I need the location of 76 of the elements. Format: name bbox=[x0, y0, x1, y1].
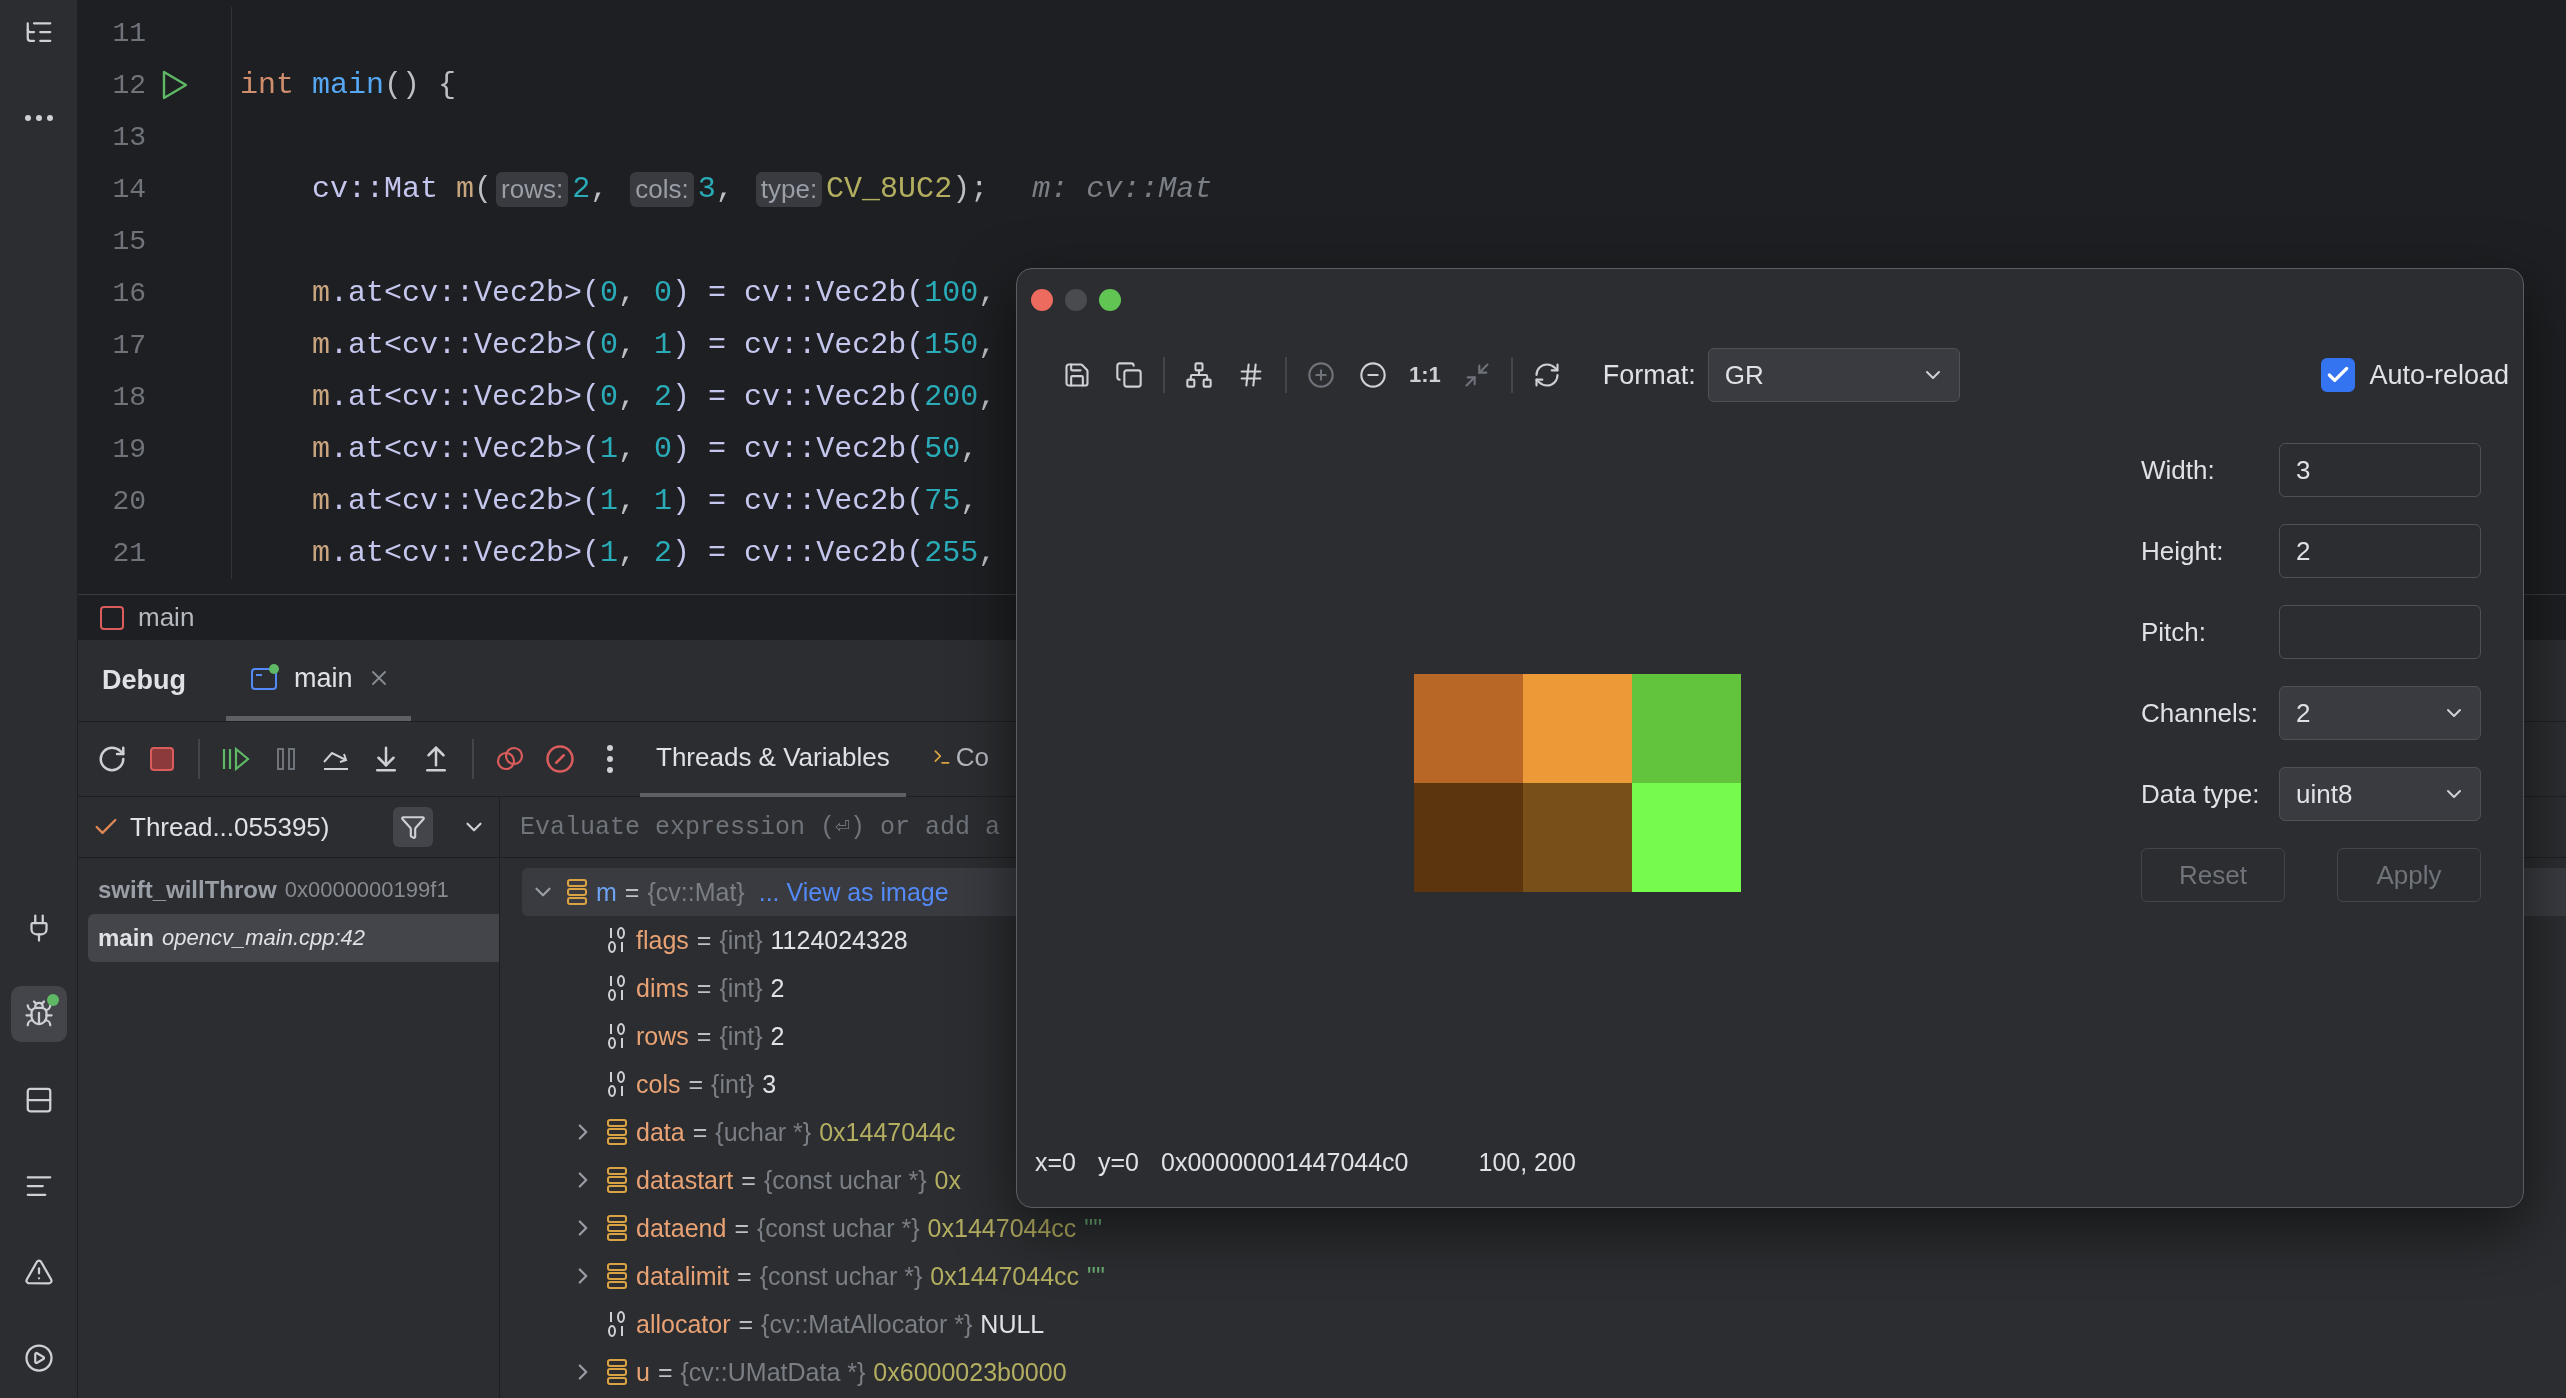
code-line: m.at<cv::Vec2b>(1, 1) = cv::Vec2b(75, bbox=[311, 484, 979, 518]
variable-value: 0x6000023b0000 bbox=[873, 1357, 1067, 1387]
code-line: int main() { bbox=[240, 68, 457, 102]
variable-value: 0x1447044cc bbox=[930, 1261, 1080, 1291]
equals-sign: = bbox=[696, 973, 712, 1003]
variable-value: 0x1447044c bbox=[819, 1117, 956, 1147]
variable-type: {int} bbox=[719, 973, 763, 1003]
variable-type: {const uchar *} bbox=[757, 1213, 920, 1243]
variable-type: {int} bbox=[711, 1069, 755, 1099]
variable-value: 1124024328 bbox=[770, 925, 908, 955]
equals-sign: = bbox=[734, 1213, 749, 1243]
field-label: Height: bbox=[2141, 535, 2225, 567]
panel-title: Debug bbox=[102, 665, 186, 696]
status-text: x=0 bbox=[1035, 1147, 1076, 1177]
equals-sign: = bbox=[741, 1165, 756, 1195]
variable-type: {uchar *} bbox=[715, 1117, 812, 1147]
equals-sign: = bbox=[737, 1261, 752, 1291]
format-label: Format: bbox=[1602, 359, 1696, 391]
variable-name: dims bbox=[636, 973, 689, 1003]
variable-type: {const uchar *} bbox=[759, 1261, 923, 1291]
equals-sign: = bbox=[696, 925, 712, 955]
variable-value: NULL bbox=[980, 1309, 1045, 1339]
variable-value: 2 bbox=[770, 1021, 785, 1051]
equals-sign: = bbox=[624, 877, 640, 907]
line-number: 13 bbox=[111, 121, 146, 153]
line-number: 14 bbox=[111, 173, 146, 205]
line-number: 11 bbox=[111, 17, 146, 49]
variable-value: 0x1447044cc bbox=[927, 1213, 1077, 1243]
variable-name: u bbox=[636, 1357, 650, 1387]
line-number: 15 bbox=[111, 225, 146, 257]
variable-type: {cv::UMatData *} bbox=[680, 1357, 866, 1387]
field-label: Data type: bbox=[2141, 778, 2261, 810]
variable-type: {const uchar *} bbox=[763, 1165, 927, 1195]
equals-sign: = bbox=[688, 1069, 704, 1099]
code-line: m.at<cv::Vec2b>(1, 0) = cv::Vec2b(50, bbox=[311, 432, 979, 466]
variable-value: 2 bbox=[770, 973, 785, 1003]
variable-type: {int} bbox=[719, 1021, 763, 1051]
variable-name: cols bbox=[636, 1069, 681, 1099]
line-number: 18 bbox=[111, 381, 146, 413]
string-value: "" bbox=[1087, 1261, 1105, 1291]
equals-sign: = bbox=[692, 1117, 708, 1147]
field-label: Channels: bbox=[2141, 697, 2260, 729]
code-line: m.at<cv::Vec2b>(0, 1) = cv::Vec2b(150, bbox=[311, 328, 997, 362]
code-line: m.at<cv::Vec2b>(1, 2) = cv::Vec2b(255, bbox=[311, 536, 997, 570]
variable-type: {cv::Mat} bbox=[647, 877, 745, 907]
variable-name: allocator bbox=[636, 1309, 731, 1339]
line-number: 19 bbox=[111, 433, 146, 465]
variable-name: data bbox=[636, 1117, 685, 1147]
variable-name: datastart bbox=[636, 1165, 734, 1195]
code-line: cv::Mat m( rows: 2, cols: 3, type: CV_8UC2); m: cv::Mat bbox=[311, 171, 1213, 207]
variable-type: {int} bbox=[719, 925, 763, 955]
variable-type: {cv::MatAllocator *} bbox=[761, 1309, 973, 1339]
status-text: 0x00000001447044c0 bbox=[1161, 1147, 1409, 1177]
string-value: "" bbox=[1084, 1213, 1103, 1243]
variable-name: flags bbox=[636, 925, 689, 955]
variable-name: m bbox=[596, 877, 617, 907]
code-line: m.at<cv::Vec2b>(0, 0) = cv::Vec2b(100, bbox=[311, 276, 997, 310]
status-text: y=0 bbox=[1098, 1147, 1140, 1177]
variable-name: rows bbox=[636, 1021, 689, 1051]
line-number: 20 bbox=[111, 485, 146, 517]
status-text: 100, 200 bbox=[1478, 1147, 1576, 1177]
field-label: Width: bbox=[2141, 454, 2216, 486]
line-number: 12 bbox=[111, 69, 146, 101]
field-label: Pitch: bbox=[2141, 616, 2208, 648]
line-number: 16 bbox=[111, 277, 146, 309]
variable-name: dataend bbox=[636, 1213, 727, 1243]
variable-name: datalimit bbox=[636, 1261, 730, 1291]
equals-sign: = bbox=[738, 1309, 754, 1339]
line-number: 17 bbox=[111, 329, 146, 361]
variable-value: 3 bbox=[762, 1069, 777, 1099]
equals-sign: = bbox=[657, 1357, 673, 1387]
equals-sign: = bbox=[696, 1021, 712, 1051]
line-number: 21 bbox=[111, 537, 146, 569]
code-line: m.at<cv::Vec2b>(0, 2) = cv::Vec2b(200, bbox=[311, 380, 997, 414]
checkbox-label: Auto-reload bbox=[2369, 359, 2509, 391]
variable-value: 0x bbox=[934, 1165, 961, 1195]
